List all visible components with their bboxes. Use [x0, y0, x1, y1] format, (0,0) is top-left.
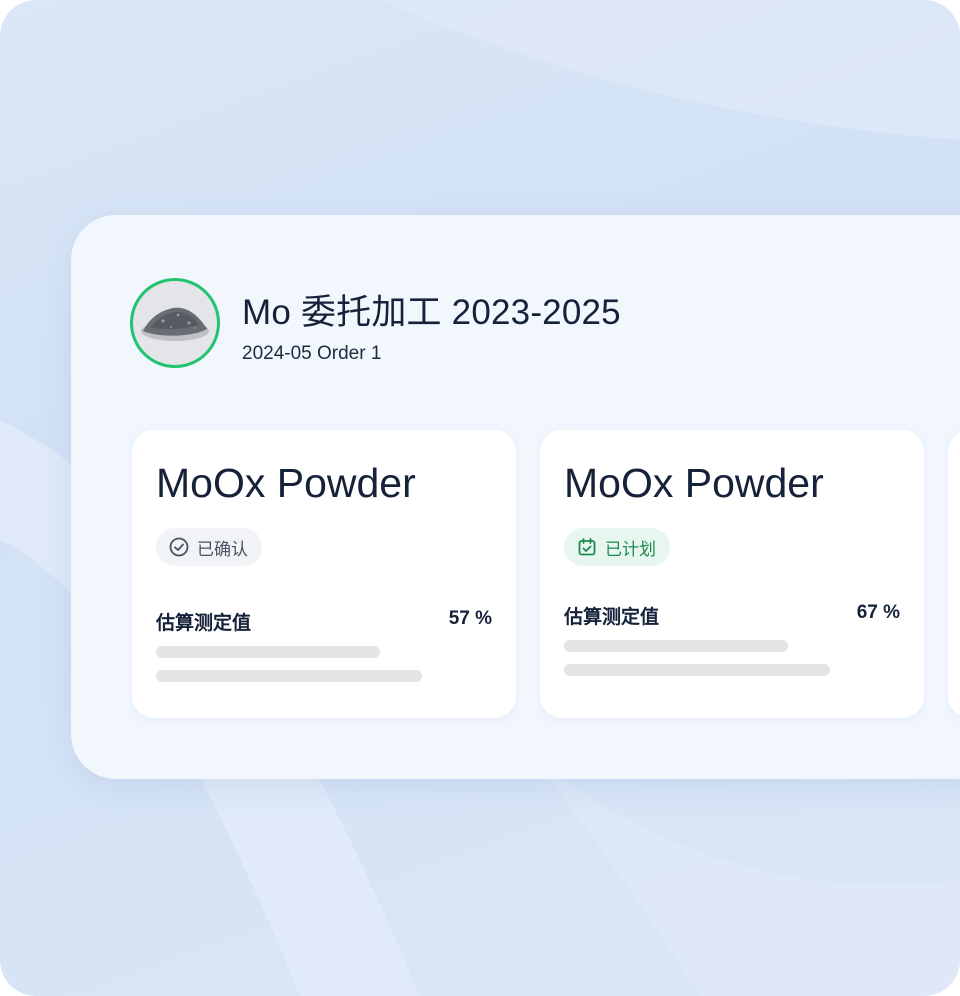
placeholder-line — [564, 640, 788, 652]
metric-label: 估算测定值 — [564, 607, 660, 628]
product-card[interactable] — [948, 430, 960, 718]
status-badge-label: 已确认 — [197, 539, 248, 559]
powder-pile-image — [141, 307, 209, 341]
calendar-check-icon — [578, 538, 596, 556]
placeholder-line — [156, 670, 422, 682]
placeholder-line — [156, 646, 380, 658]
status-badge-label: 已计划 — [605, 539, 656, 559]
product-card[interactable]: MoOx Powder 已确认 估算测定值 57 % — [132, 430, 516, 718]
product-name: MoOx Powder — [156, 460, 416, 506]
product-card[interactable]: MoOx Powder 已计划 估算测定值 67 % — [540, 430, 924, 718]
placeholder-line — [564, 664, 830, 676]
project-title: Mo 委托加工 2023-2025 — [242, 293, 621, 332]
project-avatar — [130, 278, 220, 368]
status-badge: 已确认 — [156, 528, 262, 566]
product-name: MoOx Powder — [564, 460, 824, 506]
metric-value: 67 % — [856, 602, 900, 623]
check-circle-icon — [169, 537, 189, 557]
project-subtitle: 2024-05 Order 1 — [242, 343, 382, 364]
status-badge: 已计划 — [564, 528, 670, 566]
metric-label: 估算测定值 — [156, 613, 252, 634]
project-panel: Mo 委托加工 2023-2025 2024-05 Order 1 MoOx P… — [72, 216, 960, 778]
metric-value: 57 % — [448, 608, 492, 629]
